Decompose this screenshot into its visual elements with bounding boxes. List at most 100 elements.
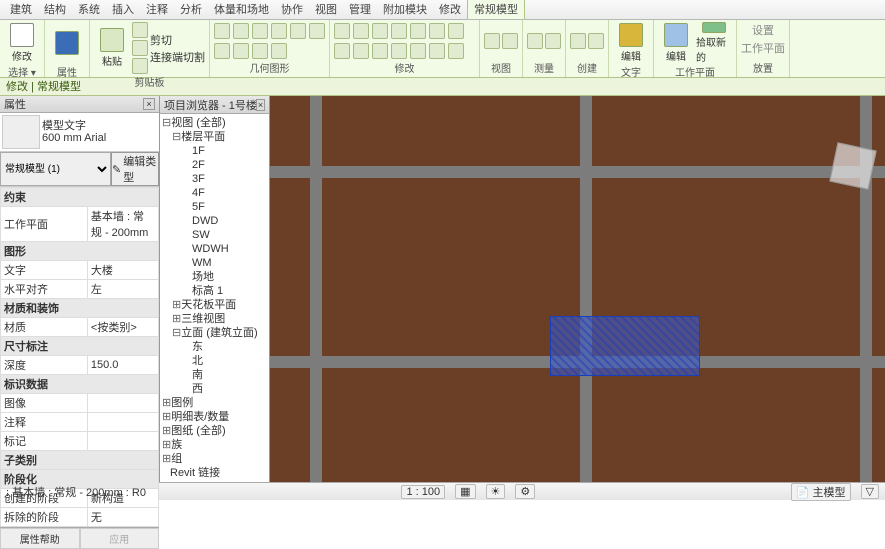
mod-icon[interactable] — [391, 23, 407, 39]
tab-分析[interactable]: 分析 — [174, 0, 208, 19]
tree-node[interactable]: 立面 (建筑立面) — [162, 326, 267, 340]
workset-control[interactable]: 📄 主模型 — [791, 483, 851, 501]
type-selector[interactable]: 常规模型 (1) — [0, 152, 111, 186]
create-icon[interactable] — [588, 33, 604, 49]
tab-协作[interactable]: 协作 — [275, 0, 309, 19]
paste-button[interactable]: 粘贴 — [94, 27, 130, 69]
tree-node[interactable]: 场地 — [162, 270, 267, 284]
tab-附加模块[interactable]: 附加模块 — [377, 0, 433, 19]
prop-value[interactable]: 基本墙 : 常规 - 200mm — [87, 207, 158, 242]
vis-icon[interactable]: ⚙ — [515, 484, 535, 499]
close-icon[interactable]: × — [256, 99, 265, 111]
mod-icon[interactable] — [448, 23, 464, 39]
tab-系统[interactable]: 系统 — [72, 0, 106, 19]
browser-tree[interactable]: 视图 (全部)楼层平面1F2F3F4F5FDWDSWWDWHWM场地标高 1天花… — [160, 114, 269, 482]
geom-icon[interactable] — [252, 23, 268, 39]
geom-icon[interactable] — [309, 23, 325, 39]
tree-node[interactable]: 视图 (全部) — [162, 116, 267, 130]
edit-workplane-button[interactable]: 编辑 — [658, 22, 694, 64]
view-icon[interactable] — [502, 33, 518, 49]
view-icon[interactable] — [484, 33, 500, 49]
edit-text-button[interactable]: 编辑 — [613, 22, 649, 64]
create-icon[interactable] — [570, 33, 586, 49]
selected-model-text[interactable] — [550, 316, 700, 376]
prop-value[interactable]: 左 — [87, 280, 158, 299]
tree-node[interactable]: 天花板平面 — [162, 298, 267, 312]
tree-node[interactable]: 标高 1 — [162, 284, 267, 298]
mod-icon[interactable] — [448, 43, 464, 59]
prop-value[interactable]: <按类别> — [87, 318, 158, 337]
tree-node[interactable]: 组 — [162, 452, 267, 466]
tab-结构[interactable]: 结构 — [38, 0, 72, 19]
tab-插入[interactable]: 插入 — [106, 0, 140, 19]
tree-node[interactable]: 4F — [162, 186, 267, 200]
geom-icon[interactable] — [233, 43, 249, 59]
tree-node[interactable]: 1F — [162, 144, 267, 158]
tree-node[interactable]: 3F — [162, 172, 267, 186]
measure-icon[interactable] — [527, 33, 543, 49]
mod-icon[interactable] — [429, 43, 445, 59]
geom-icon[interactable] — [233, 23, 249, 39]
pick-new-button[interactable]: 拾取新的 — [696, 22, 732, 64]
tree-node[interactable]: 明细表/数量 — [162, 410, 267, 424]
tree-node[interactable]: 南 — [162, 368, 267, 382]
mod-icon[interactable] — [391, 43, 407, 59]
geom-icon[interactable] — [271, 43, 287, 59]
tree-node[interactable]: 图例 — [162, 396, 267, 410]
geom-icon[interactable] — [271, 23, 287, 39]
tab-修改[interactable]: 修改 — [433, 0, 467, 19]
prop-value[interactable]: 大楼 — [87, 261, 158, 280]
geom-icon[interactable] — [252, 43, 268, 59]
properties-button[interactable] — [49, 22, 85, 64]
prop-value[interactable] — [87, 394, 158, 413]
tree-node[interactable]: 西 — [162, 382, 267, 396]
tab-体量和场地[interactable]: 体量和场地 — [208, 0, 275, 19]
match-icon[interactable] — [132, 58, 148, 74]
vis-icon[interactable]: ▦ — [455, 484, 475, 499]
edit-type-button[interactable]: ✎编辑类型 — [111, 152, 159, 186]
property-help-button[interactable]: 属性帮助 — [0, 528, 80, 549]
copy-icon[interactable] — [132, 40, 148, 56]
mod-icon[interactable] — [334, 23, 350, 39]
geom-icon[interactable] — [214, 43, 230, 59]
prop-value[interactable]: 无 — [87, 508, 158, 527]
mod-icon[interactable] — [353, 23, 369, 39]
prop-value[interactable]: 150.0 — [87, 356, 158, 375]
tree-node[interactable]: Revit 链接 — [162, 466, 267, 480]
tree-node[interactable]: 5F — [162, 200, 267, 214]
tree-node[interactable]: DWD — [162, 214, 267, 228]
view-cube[interactable] — [829, 142, 876, 189]
tree-node[interactable]: 族 — [162, 438, 267, 452]
geom-icon[interactable] — [214, 23, 230, 39]
tab-视图[interactable]: 视图 — [309, 0, 343, 19]
vis-icon[interactable]: ☀ — [486, 484, 506, 499]
tab-注释[interactable]: 注释 — [140, 0, 174, 19]
tree-node[interactable]: WDWH — [162, 242, 267, 256]
tree-node[interactable]: 三维视图 — [162, 312, 267, 326]
mod-icon[interactable] — [353, 43, 369, 59]
geom-icon[interactable] — [290, 23, 306, 39]
tab-建筑[interactable]: 建筑 — [4, 0, 38, 19]
mod-icon[interactable] — [410, 23, 426, 39]
close-icon[interactable]: × — [143, 98, 155, 110]
mod-icon[interactable] — [372, 43, 388, 59]
modify-tool[interactable]: 修改 — [4, 22, 40, 64]
prop-value[interactable] — [87, 432, 158, 451]
scale-control[interactable]: 1 : 100 — [401, 485, 445, 499]
property-grid[interactable]: 约束工作平面基本墙 : 常规 - 200mm图形文字大楼水平对齐左材质和装饰材质… — [0, 187, 159, 527]
tree-node[interactable]: 北 — [162, 354, 267, 368]
viewport-3d[interactable] — [270, 96, 885, 482]
tree-node[interactable]: 东 — [162, 340, 267, 354]
mod-icon[interactable] — [429, 23, 445, 39]
prop-value[interactable] — [87, 413, 158, 432]
tree-node[interactable]: SW — [162, 228, 267, 242]
mod-icon[interactable] — [410, 43, 426, 59]
tree-node[interactable]: 2F — [162, 158, 267, 172]
tree-node[interactable]: 楼层平面 — [162, 130, 267, 144]
filter-icon[interactable]: ▽ — [861, 484, 879, 499]
mod-icon[interactable] — [372, 23, 388, 39]
tree-node[interactable]: WM — [162, 256, 267, 270]
tab-管理[interactable]: 管理 — [343, 0, 377, 19]
mod-icon[interactable] — [334, 43, 350, 59]
tab-常规模型[interactable]: 常规模型 — [467, 0, 525, 19]
